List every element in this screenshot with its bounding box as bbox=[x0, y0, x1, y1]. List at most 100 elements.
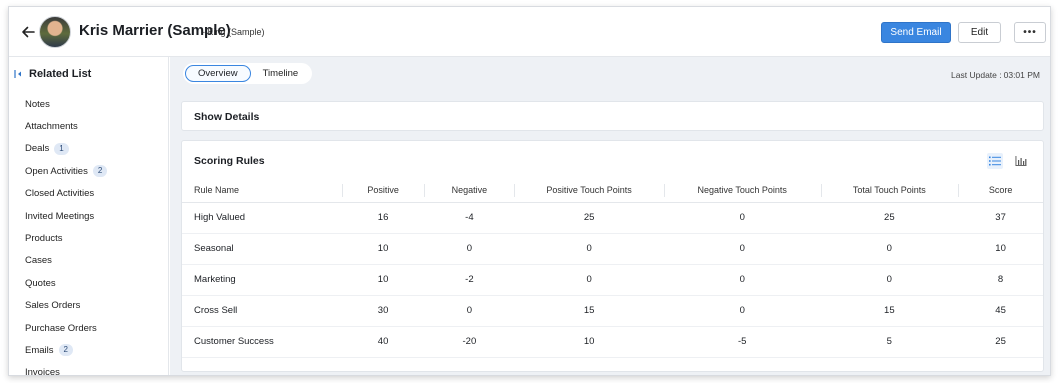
table-cell: -4 bbox=[424, 202, 515, 234]
sidebar-item-label: Products bbox=[25, 233, 63, 245]
column-header[interactable]: Total Touch Points bbox=[820, 179, 959, 203]
table-row[interactable]: Seasonal 10 0 0 0 0 10 bbox=[182, 233, 1043, 265]
column-header[interactable]: Rule Name bbox=[182, 179, 342, 203]
show-details-title[interactable]: Show Details bbox=[194, 111, 259, 123]
view-tabs: Overview Timeline bbox=[183, 63, 313, 84]
table-cell: -2 bbox=[424, 264, 515, 296]
table-cell: 8 bbox=[958, 264, 1043, 296]
collapse-sidebar-icon[interactable] bbox=[13, 68, 25, 80]
sidebar-item-label: Notes bbox=[25, 98, 50, 110]
count-badge: 2 bbox=[92, 165, 108, 178]
rule-name-cell: Cross Sell bbox=[182, 295, 342, 327]
table-row[interactable]: Marketing 10 -2 0 0 0 8 bbox=[182, 264, 1043, 296]
count-badge: 2 bbox=[58, 344, 73, 357]
chart-view-icon[interactable] bbox=[1013, 153, 1029, 169]
table-cell: 0 bbox=[514, 233, 664, 265]
sidebar-item-label: Invoices bbox=[25, 367, 60, 376]
table-cell: 25 bbox=[958, 326, 1043, 358]
sidebar-item-open-activities[interactable]: Open Activities 2 bbox=[25, 160, 108, 182]
scoring-rules-card: Scoring Rules Rule Name Positive Negativ… bbox=[181, 140, 1044, 372]
sidebar-item-quotes[interactable]: Quotes bbox=[25, 272, 107, 294]
scoring-rules-title: Scoring Rules bbox=[194, 155, 265, 167]
rule-name-cell: Marketing bbox=[182, 264, 342, 296]
more-options-button[interactable]: ••• bbox=[1014, 22, 1046, 43]
table-row[interactable]: Cross Sell 30 0 15 0 15 45 bbox=[182, 295, 1043, 327]
table-cell: 0 bbox=[424, 233, 515, 265]
sidebar-item-label: Closed Activities bbox=[25, 188, 95, 200]
table-cell: 15 bbox=[514, 295, 664, 327]
main-content: Overview Timeline Last Update :03:01 PM … bbox=[170, 57, 1050, 375]
table-cell: 15 bbox=[820, 295, 959, 327]
sidebar-item-label: Invited Meetings bbox=[25, 210, 95, 222]
sidebar-item-label: Open Activities bbox=[25, 165, 88, 177]
sidebar-item-deals[interactable]: Deals 1 bbox=[25, 138, 107, 160]
scoring-rules-table: Rule Name Positive Negative Positive Touch … bbox=[182, 179, 1043, 358]
table-cell: 10 bbox=[514, 326, 664, 358]
sidebar-item-cases[interactable]: Cases bbox=[25, 250, 107, 272]
account-subtitle[interactable]: - King (Sample) bbox=[202, 27, 265, 37]
table-cell: 0 bbox=[514, 264, 664, 296]
related-list-sidebar: Related List Notes Attachments Deals 1 Open … bbox=[9, 57, 169, 376]
table-cell: 0 bbox=[663, 295, 821, 327]
record-header: Kris Marrier (Sample) - King (Sample) Se… bbox=[9, 7, 1050, 57]
sidebar-item-purchase-orders[interactable]: Purchase Orders bbox=[25, 317, 107, 339]
tab-timeline[interactable]: Timeline bbox=[251, 65, 311, 82]
table-cell: -20 bbox=[424, 326, 515, 358]
sidebar-item-label: Deals bbox=[25, 143, 50, 155]
table-row[interactable]: High Valued 16 -4 25 0 25 37 bbox=[182, 202, 1043, 234]
table-cell: 25 bbox=[514, 202, 664, 234]
related-list-title: Related List bbox=[29, 68, 92, 80]
related-list-header[interactable]: Related List bbox=[13, 68, 91, 80]
rule-name-cell: Customer Success bbox=[182, 326, 342, 358]
table-cell: 45 bbox=[958, 295, 1043, 327]
sidebar-item-products[interactable]: Products bbox=[25, 227, 107, 249]
rule-name-cell: High Valued bbox=[182, 202, 342, 234]
table-cell: 10 bbox=[958, 233, 1043, 265]
table-header-row: Rule Name Positive Negative Positive Touch … bbox=[182, 179, 1043, 203]
sidebar-item-label: Sales Orders bbox=[25, 300, 81, 312]
sidebar-item-closed-activities[interactable]: Closed Activities bbox=[25, 183, 107, 205]
list-view-icon[interactable] bbox=[987, 153, 1003, 169]
table-body: High Valued 16 -4 25 0 25 37 Seasonal 10 0 0 0 0 10 Ma… bbox=[182, 202, 1043, 358]
table-cell: 37 bbox=[958, 202, 1043, 234]
sidebar-item-notes[interactable]: Notes bbox=[25, 93, 107, 115]
edit-button[interactable]: Edit bbox=[958, 22, 1001, 43]
sidebar-item-sales-orders[interactable]: Sales Orders bbox=[25, 295, 107, 317]
table-cell: 0 bbox=[424, 295, 515, 327]
table-cell: 5 bbox=[820, 326, 959, 358]
sidebar-item-invoices[interactable]: Invoices bbox=[25, 362, 107, 376]
sidebar-item-label: Cases bbox=[25, 255, 52, 267]
table-cell: 0 bbox=[663, 264, 821, 296]
sidebar-item-emails[interactable]: Emails 2 bbox=[25, 339, 107, 361]
table-cell: 0 bbox=[663, 202, 821, 234]
sidebar-item-label: Purchase Orders bbox=[25, 322, 97, 334]
column-header[interactable]: Negative bbox=[424, 179, 515, 203]
related-list: Notes Attachments Deals 1 Open Activities 2 Cl… bbox=[25, 93, 108, 376]
table-cell: 30 bbox=[341, 295, 425, 327]
back-arrow-icon[interactable] bbox=[19, 23, 37, 41]
count-badge: 1 bbox=[54, 142, 69, 155]
sidebar-item-attachments[interactable]: Attachments bbox=[25, 115, 107, 137]
send-email-button[interactable]: Send Email bbox=[881, 22, 951, 43]
column-header[interactable]: Negative Touch Points bbox=[663, 179, 821, 203]
table-cell: -5 bbox=[663, 326, 821, 358]
table-cell: 40 bbox=[341, 326, 425, 358]
last-update: Last Update :03:01 PM bbox=[949, 70, 1040, 80]
table-row[interactable]: Customer Success 40 -20 10 -5 5 25 bbox=[182, 326, 1043, 358]
column-header[interactable]: Positive Touch Points bbox=[514, 179, 664, 203]
last-update-value: 03:01 PM bbox=[1003, 70, 1040, 80]
table-cell: 16 bbox=[341, 202, 425, 234]
view-toggle bbox=[987, 153, 1029, 169]
last-update-label: Last Update : bbox=[951, 70, 1002, 80]
sidebar-item-invited-meetings[interactable]: Invited Meetings bbox=[25, 205, 107, 227]
column-header[interactable]: Positive bbox=[341, 179, 425, 203]
sidebar-item-label: Quotes bbox=[25, 277, 56, 289]
tab-overview[interactable]: Overview bbox=[185, 65, 251, 82]
column-header[interactable]: Score bbox=[958, 179, 1043, 203]
show-details-card[interactable]: Show Details bbox=[181, 101, 1044, 131]
table-cell: 10 bbox=[341, 264, 425, 296]
table-cell: 0 bbox=[663, 233, 821, 265]
table-cell: 0 bbox=[820, 233, 959, 265]
sidebar-item-label: Emails bbox=[25, 344, 54, 356]
rule-name-cell: Seasonal bbox=[182, 233, 342, 265]
